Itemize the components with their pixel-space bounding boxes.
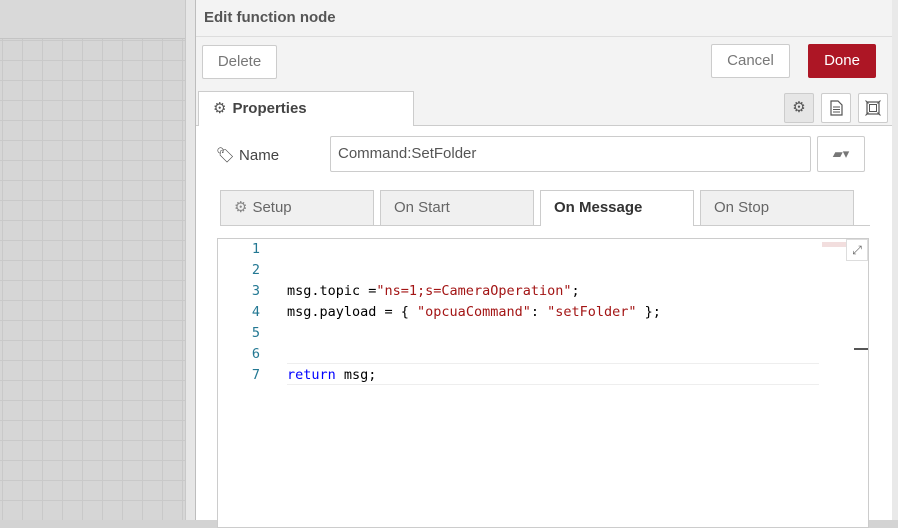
tab-setup[interactable]: ⚙ Setup (220, 190, 374, 225)
settings-gear-button[interactable]: ⚙ (784, 93, 814, 123)
appearance-button[interactable] (858, 93, 888, 123)
line-number: 7 (251, 367, 260, 383)
library-button[interactable]: ▰▾ (817, 136, 865, 172)
tray-toolbar: Delete Cancel Done (196, 37, 893, 89)
code-line-4: msg.payload = { "opcuaCommand": "setFold… (287, 304, 661, 320)
workspace-canvas[interactable] (0, 0, 185, 520)
code-line-7: return msg; (287, 367, 377, 383)
code-editor[interactable]: 1 2 3 4 5 6 7 msg.topic ="ns=1;s=CameraO… (217, 238, 869, 528)
name-input[interactable]: Command:SetFolder (330, 136, 811, 172)
delete-button[interactable]: Delete (202, 45, 277, 79)
tab-properties[interactable]: ⚙ Properties (198, 91, 414, 126)
line-number: 4 (251, 304, 260, 320)
book-icon: ▰ (832, 146, 843, 161)
line-number: 3 (251, 283, 260, 299)
done-button[interactable]: Done (808, 44, 876, 78)
window-edge (892, 0, 898, 520)
tray-tabbar: ⚙ Properties ⚙ (196, 89, 893, 126)
tab-on-start[interactable]: On Start (380, 190, 534, 225)
tab-setup-label: Setup (252, 199, 292, 216)
workspace-header (0, 0, 185, 39)
line-number: 1 (251, 241, 260, 257)
gear-icon: ⚙ (234, 199, 248, 216)
minimap-preview (822, 242, 846, 247)
code-line-3: msg.topic ="ns=1;s=CameraOperation"; (287, 283, 580, 299)
name-row: 🏷 Name Command:SetFolder ▰▾ (196, 126, 893, 186)
edit-tray: Edit function node Delete Cancel Done ⚙ P… (195, 0, 894, 528)
tray-title: Edit function node (204, 9, 336, 26)
document-icon (829, 100, 843, 116)
line-number: 5 (251, 325, 260, 341)
line-gutter: 1 2 3 4 5 6 7 (218, 239, 280, 527)
tray-header: Edit function node (196, 0, 893, 37)
expand-icon: ⤢ (852, 243, 862, 257)
chevron-down-icon: ▾ (842, 146, 850, 161)
line-number: 2 (251, 262, 260, 278)
expand-editor-button[interactable]: ⤢ (846, 239, 868, 261)
gear-icon: ⚙ (213, 100, 227, 117)
cancel-button[interactable]: Cancel (711, 44, 790, 78)
tag-icon: 🏷 (216, 147, 236, 164)
tab-properties-label: Properties (232, 100, 307, 117)
tab-on-stop[interactable]: On Stop (700, 190, 854, 225)
frame-icon (865, 100, 881, 116)
scrollbar-marker[interactable] (854, 348, 868, 350)
name-label: 🏷 Name (216, 146, 279, 164)
line-number: 6 (251, 346, 260, 362)
gear-icon: ⚙ (792, 99, 806, 116)
tab-on-message[interactable]: On Message (540, 190, 694, 226)
function-subtabs: ⚙ Setup On Start On Message On Stop (220, 190, 870, 226)
name-label-text: Name (239, 147, 280, 164)
description-button[interactable] (821, 93, 851, 123)
